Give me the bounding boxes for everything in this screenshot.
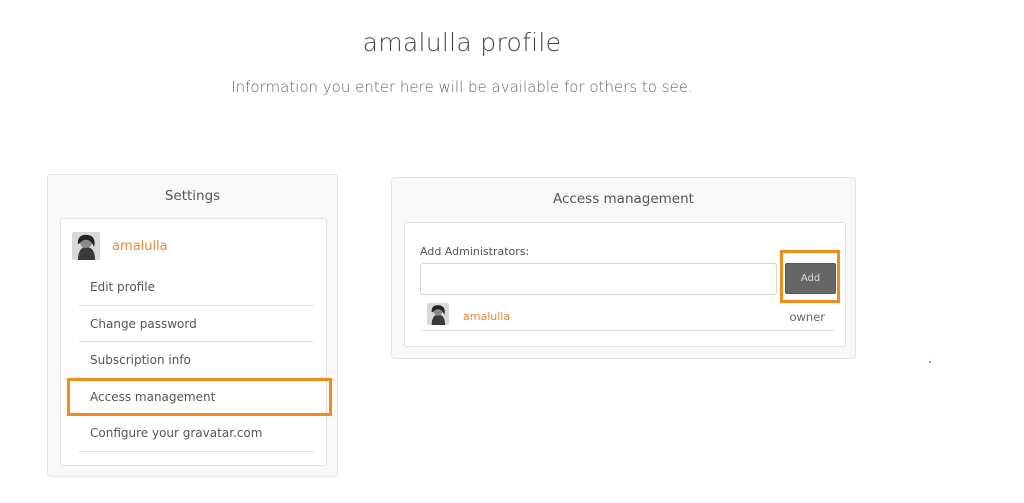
menu-item-edit-profile[interactable]: Edit profile xyxy=(79,269,314,306)
profile-user[interactable]: amalulla xyxy=(72,231,168,261)
settings-panel: Settings amalulla Edit profile Change pa… xyxy=(47,174,338,477)
administrator-row: amalulla owner xyxy=(420,301,835,331)
page-subtitle: Information you enter here will be avail… xyxy=(231,78,693,96)
settings-title: Settings xyxy=(164,188,221,204)
menu-item-access-management[interactable]: Access management xyxy=(67,377,332,416)
menu-item-subscription-info[interactable]: Subscription info xyxy=(79,342,314,379)
administrator-name[interactable]: amalulla xyxy=(463,310,510,323)
add-administrator-button[interactable]: Add xyxy=(785,263,836,294)
access-management-title: Access management xyxy=(553,191,694,207)
access-management-box: Add Administrators: Add amalulla owner xyxy=(404,222,846,347)
user-avatar-icon xyxy=(72,232,100,260)
profile-username[interactable]: amalulla xyxy=(112,239,168,254)
settings-menu-box: amalulla Edit profile Change password Su… xyxy=(60,218,332,466)
add-administrator-input[interactable] xyxy=(420,263,777,295)
administrator-role: owner xyxy=(789,310,825,324)
admin-avatar-icon xyxy=(427,303,449,325)
menu-item-configure-gravatar[interactable]: Configure your gravatar.com xyxy=(79,415,314,452)
menu-item-change-password[interactable]: Change password xyxy=(79,306,314,342)
add-administrators-label: Add Administrators: xyxy=(420,245,530,258)
decorative-dot xyxy=(929,361,931,363)
access-management-panel: Access management Add Administrators: Ad… xyxy=(391,177,856,359)
settings-menu: Edit profile Change password Subscriptio… xyxy=(67,269,332,452)
page-title: amalulla profile xyxy=(362,28,562,57)
